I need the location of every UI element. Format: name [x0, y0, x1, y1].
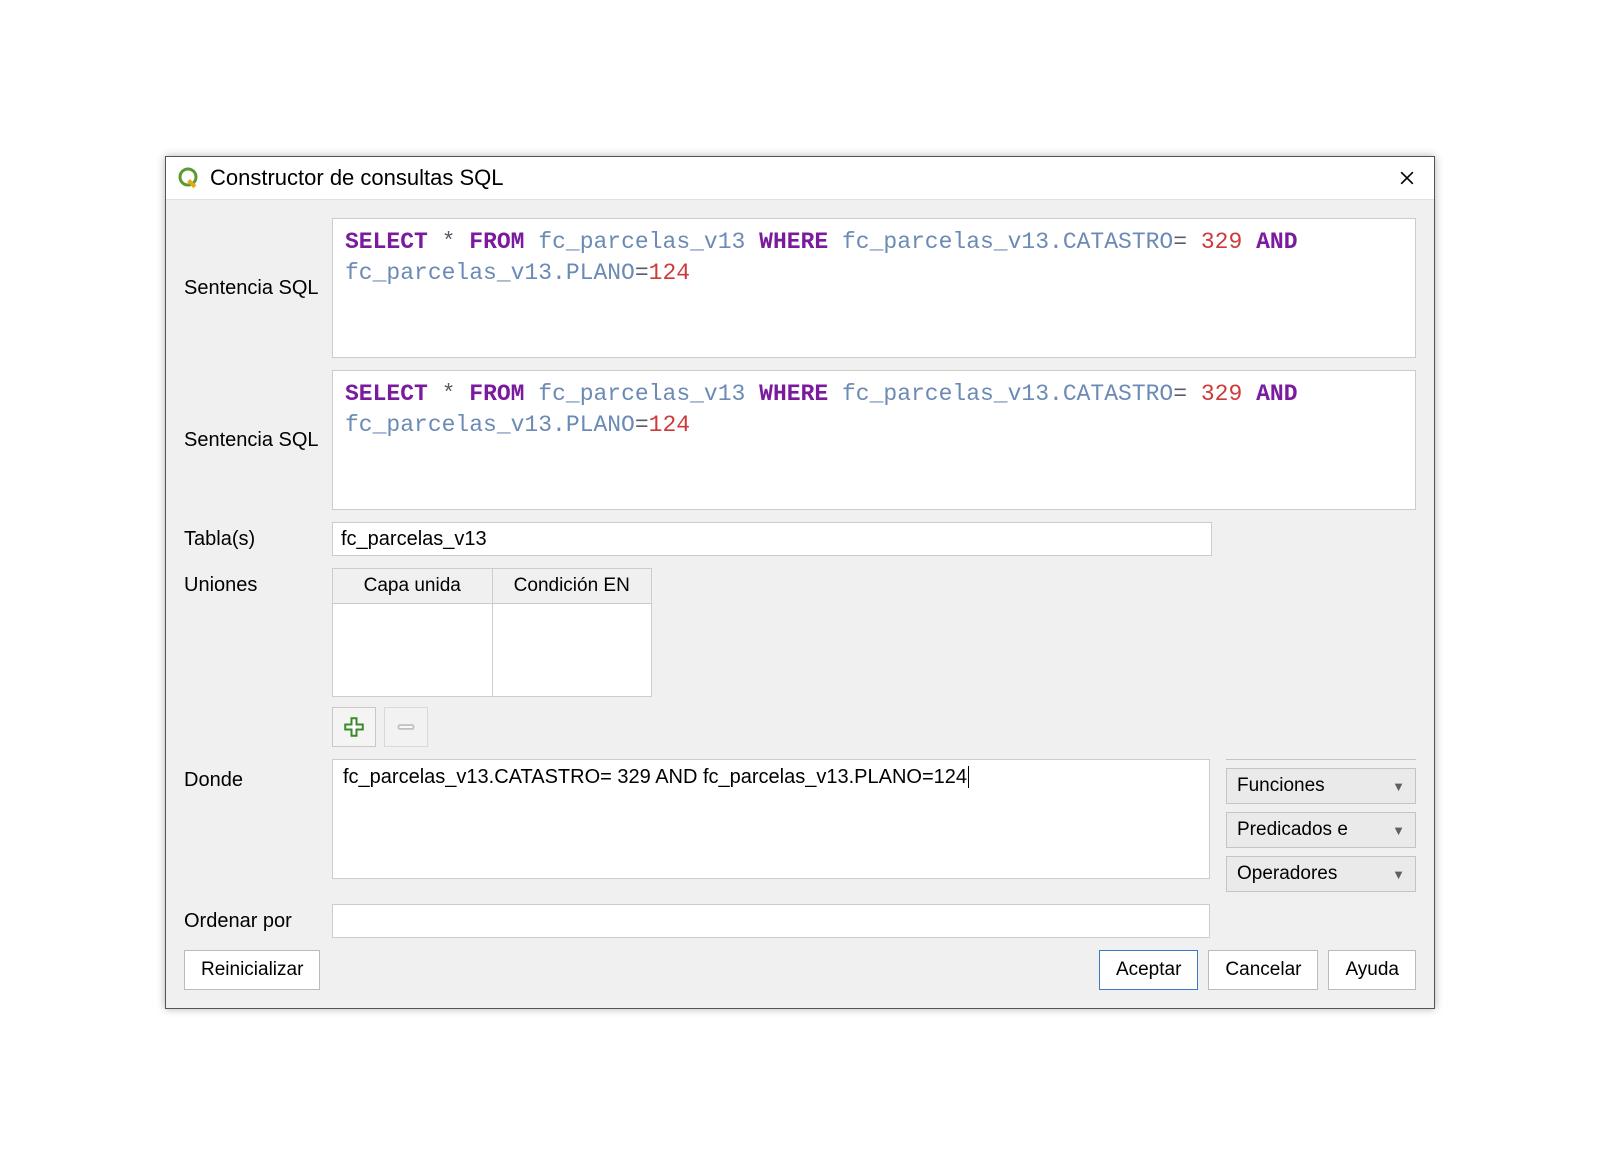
- label-sql-2: Sentencia SQL: [184, 429, 332, 452]
- reset-button[interactable]: Reinicializar: [184, 950, 320, 990]
- close-button[interactable]: [1390, 163, 1424, 193]
- label-tables: Tabla(s): [184, 522, 332, 551]
- add-join-button[interactable]: [332, 707, 376, 747]
- functions-label: Funciones: [1237, 775, 1325, 797]
- predicates-label: Predicados e: [1237, 819, 1348, 841]
- cancel-button[interactable]: Cancelar: [1208, 950, 1318, 990]
- order-by-input[interactable]: [332, 904, 1210, 938]
- where-input[interactable]: fc_parcelas_v13.CATASTRO= 329 AND fc_par…: [332, 759, 1210, 879]
- sql-query-builder-dialog: Constructor de consultas SQL Sentencia S…: [165, 156, 1435, 1009]
- qgis-icon: [176, 165, 202, 191]
- operators-dropdown[interactable]: Operadores ▼: [1226, 856, 1416, 892]
- chevron-down-icon: ▼: [1392, 823, 1405, 838]
- joins-table[interactable]: Capa unida Condición EN: [332, 568, 652, 697]
- label-sql-1: Sentencia SQL: [184, 277, 332, 300]
- label-joins: Uniones: [184, 568, 332, 597]
- titlebar: Constructor de consultas SQL: [166, 157, 1434, 200]
- joins-col-layer[interactable]: Capa unida: [333, 569, 493, 603]
- functions-dropdown[interactable]: Funciones ▼: [1226, 768, 1416, 804]
- operators-label: Operadores: [1237, 863, 1337, 885]
- label-order-by: Ordenar por: [184, 904, 332, 933]
- chevron-down-icon: ▼: [1392, 867, 1405, 882]
- dialog-content: Sentencia SQL SELECT * FROM fc_parcelas_…: [166, 200, 1434, 1008]
- sql-statement-display-2[interactable]: SELECT * FROM fc_parcelas_v13 WHERE fc_p…: [332, 370, 1416, 510]
- dialog-title: Constructor de consultas SQL: [210, 165, 503, 191]
- where-text: fc_parcelas_v13.CATASTRO= 329 AND fc_par…: [343, 766, 969, 788]
- joins-header-row: Capa unida Condición EN: [333, 569, 651, 604]
- predicates-dropdown[interactable]: Predicados e ▼: [1226, 812, 1416, 848]
- joins-col-condition[interactable]: Condición EN: [493, 569, 652, 603]
- accept-button[interactable]: Aceptar: [1099, 950, 1198, 990]
- tables-input[interactable]: [332, 522, 1212, 556]
- joins-body[interactable]: [333, 604, 651, 696]
- remove-join-button[interactable]: [384, 707, 428, 747]
- sql-statement-display-1[interactable]: SELECT * FROM fc_parcelas_v13 WHERE fc_p…: [332, 218, 1416, 358]
- label-where: Donde: [184, 759, 332, 792]
- help-button[interactable]: Ayuda: [1328, 950, 1416, 990]
- chevron-down-icon: ▼: [1392, 779, 1405, 794]
